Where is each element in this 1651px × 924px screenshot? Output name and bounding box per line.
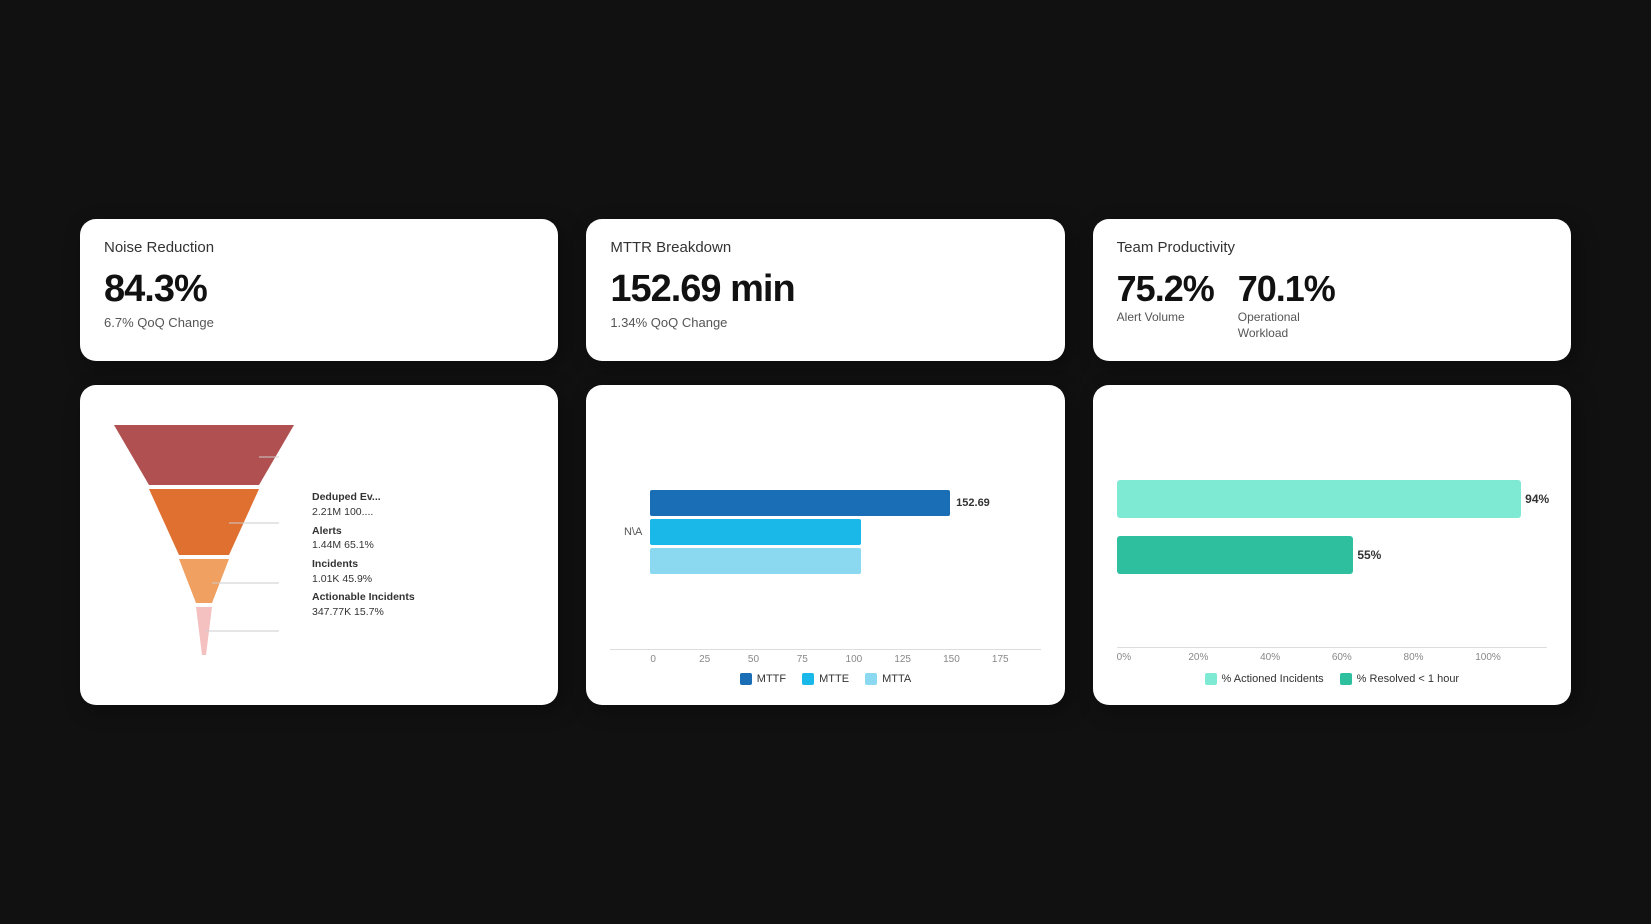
mttr-bar-group: 152.69	[650, 490, 1040, 574]
legend-mttf: MTTF	[740, 673, 786, 685]
funnel-label-2: Incidents1.01K 45.9%	[312, 557, 415, 586]
prod-legend: % Actioned Incidents % Resolved < 1 hour	[1117, 673, 1547, 685]
prod-axis-40: 40%	[1260, 652, 1332, 663]
mttr-breakdown-card: MTTR Breakdown 152.69 min 1.34% QoQ Chan…	[586, 219, 1064, 361]
legend-mtte-label: MTTE	[819, 673, 849, 685]
team-productivity-title: Team Productivity	[1117, 239, 1547, 256]
mttr-bar-mtta	[650, 548, 861, 574]
prod-bar-track-2: 55%	[1117, 536, 1547, 574]
mttr-breakdown-title: MTTR Breakdown	[610, 239, 1040, 256]
mttr-axis-125: 125	[894, 654, 943, 665]
prod-bars-area: 94% 55%	[1117, 415, 1547, 639]
mttr-bars-area: N\A 152.69	[610, 415, 1040, 649]
team-prod-value-2: 70.1%	[1238, 268, 1335, 310]
legend-mtte-dot	[802, 673, 814, 685]
legend-mttf-label: MTTF	[757, 673, 786, 685]
prod-bar-value-2: 55%	[1357, 548, 1381, 562]
mttr-legend: MTTF MTTE MTTA	[610, 673, 1040, 685]
legend-mttf-dot	[740, 673, 752, 685]
mttr-axis-25: 25	[699, 654, 748, 665]
legend-resolved: % Resolved < 1 hour	[1340, 673, 1459, 685]
noise-reduction-card: Noise Reduction 84.3% 6.7% QoQ Change	[80, 219, 558, 361]
mttr-bar-mtte	[650, 519, 861, 545]
legend-resolved-label: % Resolved < 1 hour	[1357, 673, 1459, 685]
mttr-bar-mttf: 152.69	[650, 490, 949, 516]
noise-reduction-title: Noise Reduction	[104, 239, 534, 256]
prod-axis-80: 80%	[1404, 652, 1476, 663]
mttr-breakdown-value: 152.69 min	[610, 268, 1040, 311]
mttr-axis-150: 150	[943, 654, 992, 665]
team-prod-value-1: 75.2%	[1117, 268, 1214, 310]
funnel-label-3: Actionable Incidents347.77K 15.7%	[312, 590, 415, 619]
mttr-row-label: N\A	[610, 526, 642, 538]
mttr-value-label: 152.69	[956, 497, 990, 509]
prod-axis-60: 60%	[1332, 652, 1404, 663]
team-productivity-card: Team Productivity 75.2% Alert Volume 70.…	[1093, 219, 1571, 361]
prod-axis-20: 20%	[1188, 652, 1260, 663]
prod-chart: 94% 55% 0% 20% 40% 60% 8	[1117, 405, 1547, 685]
funnel-chart-card: Deduped Ev...2.21M 100.... Alerts1.44M 6…	[80, 385, 558, 705]
mttr-axis-75: 75	[797, 654, 846, 665]
legend-mtta-label: MTTA	[882, 673, 911, 685]
legend-actioned-dot	[1205, 673, 1217, 685]
dashboard: Noise Reduction 84.3% 6.7% QoQ Change MT…	[0, 179, 1651, 745]
legend-actioned: % Actioned Incidents	[1205, 673, 1324, 685]
mttr-row: N\A 152.69	[610, 490, 1040, 574]
mttr-axis-50: 50	[748, 654, 797, 665]
team-prod-label-1: Alert Volume	[1117, 310, 1197, 326]
funnel-label-0: Deduped Ev...2.21M 100....	[312, 490, 415, 519]
prod-bar-row-1: 94%	[1117, 480, 1547, 518]
legend-mtta: MTTA	[865, 673, 911, 685]
legend-mtte: MTTE	[802, 673, 849, 685]
prod-bar-fill-1: 94%	[1117, 480, 1522, 518]
prod-bar-track-1: 94%	[1117, 480, 1547, 518]
legend-mtta-dot	[865, 673, 877, 685]
mttr-chart-card: N\A 152.69 0 25 50 75 100 125 150	[586, 385, 1064, 705]
legend-actioned-label: % Actioned Incidents	[1222, 673, 1324, 685]
team-productivity-values: 75.2% Alert Volume 70.1% Operational Wor…	[1117, 268, 1547, 341]
funnel-labels: Deduped Ev...2.21M 100.... Alerts1.44M 6…	[304, 490, 415, 620]
funnel-container: Deduped Ev...2.21M 100.... Alerts1.44M 6…	[104, 405, 534, 685]
prod-bar-value-1: 94%	[1525, 492, 1549, 506]
legend-resolved-dot	[1340, 673, 1352, 685]
productivity-chart-card: 94% 55% 0% 20% 40% 60% 8	[1093, 385, 1571, 705]
prod-axis-0: 0%	[1117, 652, 1189, 663]
team-prod-label-2: Operational Workload	[1238, 310, 1318, 341]
team-prod-item-2: 70.1% Operational Workload	[1238, 268, 1335, 341]
prod-bar-fill-2: 55%	[1117, 536, 1354, 574]
noise-reduction-change: 6.7% QoQ Change	[104, 315, 534, 330]
mttr-axis-100: 100	[846, 654, 895, 665]
prod-axis: 0% 20% 40% 60% 80% 100%	[1117, 647, 1547, 663]
mttr-breakdown-change: 1.34% QoQ Change	[610, 315, 1040, 330]
funnel-svg	[104, 415, 304, 675]
prod-bar-row-2: 55%	[1117, 536, 1547, 574]
funnel-label-1: Alerts1.44M 65.1%	[312, 524, 415, 553]
prod-axis-100: 100%	[1475, 652, 1547, 663]
mttr-axis: 0 25 50 75 100 125 150 175	[610, 649, 1040, 665]
team-prod-item-1: 75.2% Alert Volume	[1117, 268, 1214, 326]
mttr-axis-175: 175	[992, 654, 1041, 665]
mttr-chart: N\A 152.69 0 25 50 75 100 125 150	[610, 405, 1040, 685]
mttr-axis-0: 0	[650, 654, 699, 665]
noise-reduction-value: 84.3%	[104, 268, 534, 311]
